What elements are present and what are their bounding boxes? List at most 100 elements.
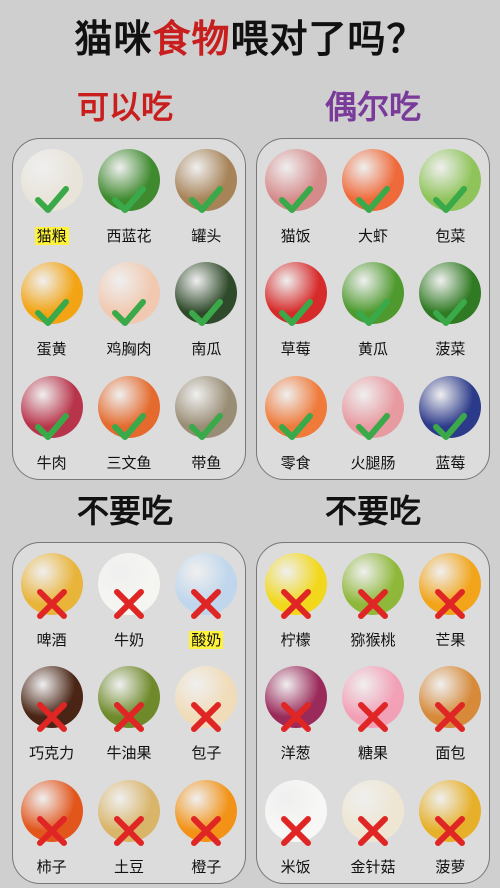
food-label: 包子 — [191, 744, 222, 763]
check-mark-icon — [34, 186, 69, 213]
section-heading-can-eat: 可以吃 — [76, 88, 173, 126]
cross-mark-icon — [191, 589, 222, 619]
food-item: 土豆 — [90, 770, 167, 883]
check-mark-icon — [189, 186, 224, 213]
food-label-wrap: 火腿肠 — [334, 452, 411, 473]
food-label-wrap: 猕猴桃 — [334, 629, 411, 650]
food-item: 包菜 — [412, 139, 489, 252]
cross-mark-icon — [113, 589, 144, 619]
check-mark-icon — [278, 412, 313, 440]
food-label-wrap: 蛋黄 — [13, 338, 90, 359]
food-item: 菠萝 — [412, 770, 489, 883]
check-mark-icon — [34, 412, 69, 440]
check-mark-icon — [111, 299, 146, 327]
food-item: 牛油果 — [90, 656, 167, 769]
food-item: 金针菇 — [334, 770, 411, 883]
grid-no-left: 啤酒 牛奶 酸奶巧克力 牛油果 包子柿子 土豆 橙子 — [13, 543, 245, 883]
food-label-wrap: 黄瓜 — [334, 338, 411, 359]
food-item: 零食 — [257, 366, 334, 479]
check-mark-icon — [355, 412, 390, 440]
check-mark-icon — [433, 299, 468, 327]
check-mark-icon — [111, 186, 146, 213]
cross-mark-icon — [191, 815, 222, 846]
grid-no-right: 柠檬 猕猴桃 芒果 洋葱 糖果 面包 米饭 金针菇 菠萝 — [257, 543, 489, 883]
food-label: 西蓝花 — [106, 227, 152, 245]
food-item: 三文鱼 — [90, 366, 167, 479]
food-item: 牛肉 — [13, 366, 90, 479]
food-label: 罐头 — [191, 227, 222, 245]
food-item: 酸奶 — [168, 543, 245, 656]
food-label-wrap: 酸奶 — [168, 629, 245, 650]
food-item: 巧克力 — [13, 656, 90, 769]
food-label: 芒果 — [435, 631, 466, 649]
food-label: 带鱼 — [191, 453, 222, 472]
cross-mark-icon — [357, 702, 388, 733]
check-mark-icon — [189, 299, 224, 327]
food-label: 柿子 — [36, 857, 67, 876]
food-item: 柠檬 — [257, 543, 334, 656]
food-label-wrap: 金针菇 — [334, 856, 411, 877]
panel-no-left: 啤酒 牛奶 酸奶巧克力 牛油果 包子柿子 土豆 橙子 — [12, 542, 246, 884]
food-label: 牛奶 — [113, 631, 144, 649]
food-label: 包菜 — [435, 227, 466, 245]
cross-mark-icon — [36, 815, 67, 846]
section-heading-no-right: 不要吃 — [324, 492, 421, 530]
food-label-wrap: 带鱼 — [168, 452, 245, 473]
grid-sometimes: 猫饭 大虾 包菜 草莓 黄瓜 菠菜 零食 火腿肠 蓝莓 — [257, 139, 489, 479]
check-mark-icon — [433, 412, 468, 440]
food-label: 猕猴桃 — [350, 631, 396, 649]
food-label-wrap: 米饭 — [257, 856, 334, 877]
food-label-wrap: 零食 — [257, 452, 334, 473]
title-part1: 猫咪 — [74, 17, 153, 61]
food-item: 牛奶 — [90, 543, 167, 656]
section-heading-sometimes: 偶尔吃 — [324, 88, 421, 126]
food-label: 猫粮 — [34, 227, 69, 245]
cross-mark-icon — [113, 702, 144, 733]
food-label: 金针菇 — [350, 857, 396, 876]
food-label: 洋葱 — [280, 744, 311, 763]
food-label-wrap: 大虾 — [334, 225, 411, 246]
check-mark-icon — [355, 186, 390, 213]
food-label: 酸奶 — [189, 631, 224, 649]
food-label: 巧克力 — [29, 744, 75, 763]
food-label-wrap: 猫粮 — [13, 225, 90, 246]
food-label-wrap: 三文鱼 — [90, 452, 167, 473]
food-item: 猫粮 — [13, 139, 90, 252]
panel-can-eat: 猫粮 西蓝花 罐头 蛋黄 鸡胸肉 南瓜 牛肉 三文鱼 带鱼 — [12, 138, 246, 480]
food-label: 菠萝 — [435, 857, 466, 876]
food-label-wrap: 菠萝 — [412, 856, 489, 877]
food-item: 西蓝花 — [90, 139, 167, 252]
food-item: 芒果 — [412, 543, 489, 656]
cross-mark-icon — [36, 702, 67, 733]
food-label-wrap: 鸡胸肉 — [90, 338, 167, 359]
food-label: 草莓 — [280, 340, 311, 359]
food-label-wrap: 西蓝花 — [90, 225, 167, 246]
check-mark-icon — [111, 412, 146, 440]
grid-can-eat: 猫粮 西蓝花 罐头 蛋黄 鸡胸肉 南瓜 牛肉 三文鱼 带鱼 — [13, 139, 245, 479]
food-label-wrap: 糖果 — [334, 742, 411, 763]
title-part3: 喂对了吗？ — [230, 17, 426, 61]
cross-mark-icon — [191, 702, 222, 733]
food-label: 三文鱼 — [106, 453, 152, 472]
food-item: 猕猴桃 — [334, 543, 411, 656]
cross-mark-icon — [357, 815, 388, 846]
food-item: 包子 — [168, 656, 245, 769]
food-label: 零食 — [280, 453, 311, 472]
food-label: 牛油果 — [106, 744, 152, 763]
food-label-wrap: 草莓 — [257, 338, 334, 359]
food-item: 米饭 — [257, 770, 334, 883]
check-mark-icon — [355, 299, 390, 327]
food-label: 橙子 — [191, 857, 222, 876]
cross-mark-icon — [36, 589, 67, 619]
cross-mark-icon — [435, 815, 466, 846]
food-label-wrap: 牛油果 — [90, 742, 167, 763]
food-item: 啤酒 — [13, 543, 90, 656]
food-item: 蛋黄 — [13, 252, 90, 365]
cross-mark-icon — [113, 815, 144, 846]
food-item: 火腿肠 — [334, 366, 411, 479]
cross-mark-icon — [435, 702, 466, 733]
food-label-wrap: 巧克力 — [13, 742, 90, 763]
food-label: 米饭 — [280, 857, 311, 876]
food-label: 蛋黄 — [36, 340, 67, 359]
food-item: 柿子 — [13, 770, 90, 883]
